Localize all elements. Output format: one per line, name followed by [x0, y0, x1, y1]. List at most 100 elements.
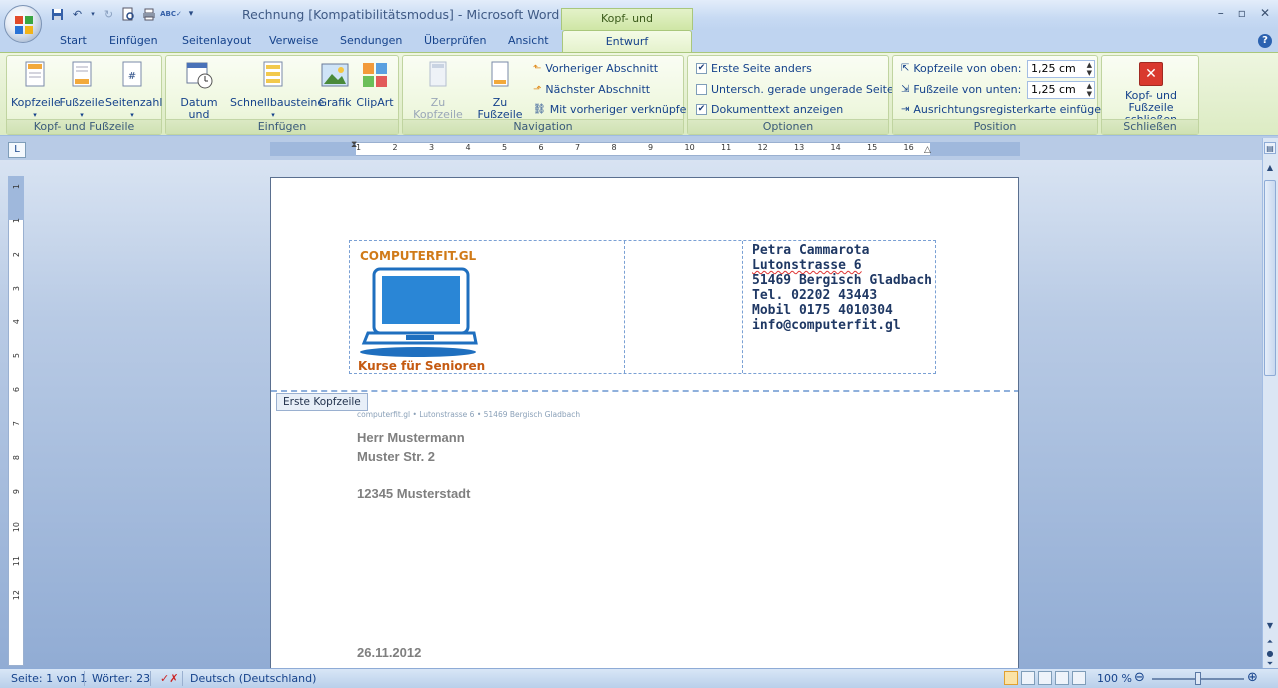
print-layout-icon[interactable]: [1004, 671, 1018, 685]
web-layout-icon[interactable]: [1038, 671, 1052, 685]
spinner-arrows-icon[interactable]: ▲ ▼: [1087, 61, 1092, 77]
schnellbausteine-button[interactable]: Schnellbausteine ▾: [230, 60, 325, 121]
checkbox[interactable]: ✔: [696, 104, 707, 115]
vertical-ruler-tick-label: 5: [12, 353, 21, 359]
right-indent-marker-icon[interactable]: △: [924, 145, 931, 155]
recipient-city: 12345 Musterstadt: [357, 486, 471, 501]
office-button[interactable]: [4, 5, 42, 43]
zoom-slider-thumb[interactable]: [1195, 672, 1201, 685]
grafik-label: Grafik: [318, 96, 352, 109]
option-dokumenttext-anzeigen[interactable]: ✔ Dokumenttext anzeigen: [696, 103, 843, 116]
chevron-down-icon[interactable]: ▾: [90, 6, 96, 22]
header-cell-empty[interactable]: [625, 241, 743, 373]
tab-start[interactable]: Start: [60, 34, 87, 47]
vertical-ruler-tick-label: 4: [12, 319, 21, 325]
help-icon[interactable]: ?: [1258, 34, 1272, 48]
schnellbausteine-label: Schnellbausteine: [230, 96, 325, 109]
clipart-button[interactable]: ClipArt: [354, 60, 396, 109]
fusszeile-button[interactable]: Fußzeile ▾: [59, 60, 105, 121]
document-page[interactable]: COMPUTERFIT.GL Kurse für Senioren Petra …: [270, 177, 1019, 677]
redo-icon[interactable]: ↻: [101, 6, 116, 22]
grafik-button[interactable]: Grafik: [316, 60, 354, 109]
full-screen-reading-icon[interactable]: [1021, 671, 1035, 685]
tab-selector[interactable]: L: [8, 142, 26, 158]
status-words[interactable]: Wörter: 23: [92, 672, 150, 685]
tab-seitenlayout[interactable]: Seitenlayout: [182, 34, 251, 47]
group-schliessen: ✕ Kopf- und Fußzeile schließen Schließen: [1101, 55, 1199, 135]
picture-icon: [321, 63, 349, 87]
ruler-tick-label: 2: [392, 143, 398, 152]
status-language[interactable]: Deutsch (Deutschland): [190, 672, 316, 685]
clipart-label: ClipArt: [356, 96, 394, 109]
previous-page-icon[interactable]: ⏶: [1264, 636, 1276, 648]
tab-verweise[interactable]: Verweise: [269, 34, 318, 47]
letter-date: 26.11.2012: [357, 645, 422, 660]
tab-entwurf[interactable]: Entwurf: [562, 30, 692, 54]
naechster-abschnitt-button[interactable]: ⬏ Nächster Abschnitt: [533, 83, 650, 96]
vertical-ruler-tick-label: 1: [12, 184, 21, 190]
vertical-ruler-tick-label: 7: [12, 420, 21, 427]
scroll-thumb[interactable]: [1264, 180, 1276, 376]
context-tab-title: Kopf- und Fußzeilentools: [561, 8, 693, 45]
header-table[interactable]: COMPUTERFIT.GL Kurse für Senioren Petra …: [349, 240, 936, 374]
maximize-icon[interactable]: ▫: [1238, 6, 1246, 20]
minimize-icon[interactable]: –: [1218, 6, 1224, 20]
recipient-name: Herr Mustermann: [357, 430, 465, 445]
option-erste-seite-anders[interactable]: ✔ Erste Seite anders: [696, 62, 812, 75]
ausrichtungsregister-button[interactable]: ⇥ Ausrichtungsregisterkarte einfügen: [901, 103, 1108, 116]
ruler-tick-label: 6: [538, 143, 544, 152]
close-icon[interactable]: ✕: [1260, 6, 1270, 20]
company-name: COMPUTERFIT.GL: [360, 249, 477, 263]
previous-section-icon: ⬑: [533, 63, 542, 74]
verknuepfen-button[interactable]: ⛓ Mit vorheriger verknüpfen: [533, 103, 693, 116]
proofing-icon[interactable]: ✓✗: [160, 672, 178, 685]
indent-marker-icon[interactable]: ⧗: [351, 140, 357, 150]
ruler-tick-label: 7: [575, 143, 581, 152]
tab-sendungen[interactable]: Sendungen: [340, 34, 402, 47]
scroll-down-icon[interactable]: ▼: [1264, 620, 1276, 632]
kopfzeile-button[interactable]: Kopfzeile ▾: [11, 60, 61, 121]
status-bar: Seite: 1 von 1 Wörter: 23 ✓✗ Deutsch (De…: [0, 668, 1278, 688]
zoom-level[interactable]: 100 %: [1097, 672, 1132, 685]
kopf-fusszeile-schliessen-button[interactable]: ✕ Kopf- und Fußzeile schließen: [1104, 62, 1198, 126]
horizontal-ruler[interactable]: 21123456789101112131415161718: [270, 142, 1020, 156]
quick-parts-icon: [263, 61, 283, 87]
spinner-arrows-icon[interactable]: ▲ ▼: [1087, 82, 1092, 98]
ruler-tick-label: 4: [465, 143, 471, 152]
outline-icon[interactable]: [1055, 671, 1069, 685]
ruler-tick-label: 11: [721, 143, 732, 152]
tab-einfuegen[interactable]: Einfügen: [109, 34, 158, 47]
seitenzahl-label: Seitenzahl: [105, 96, 163, 109]
tab-ueberpruefen[interactable]: Überprüfen: [424, 34, 486, 47]
zoom-out-icon[interactable]: ⊖: [1134, 670, 1145, 685]
ruler-tick-label: 3: [429, 143, 435, 152]
option-gerade-ungerade[interactable]: Untersch. gerade ungerade Seiten: [696, 83, 901, 96]
print-preview-icon[interactable]: [121, 6, 136, 22]
save-icon[interactable]: [50, 6, 65, 22]
print-icon[interactable]: [141, 6, 156, 22]
kopfzeile-label: Kopfzeile: [11, 96, 61, 109]
group-navigation: Zu Kopfzeile wechseln Zu Fußzeile wechse…: [402, 55, 693, 135]
tab-ansicht[interactable]: Ansicht: [508, 34, 549, 47]
status-divider: [84, 671, 85, 686]
vorheriger-abschnitt-button[interactable]: ⬑ Vorheriger Abschnitt: [533, 62, 658, 75]
checkbox[interactable]: [696, 84, 707, 95]
header-cell-logo[interactable]: COMPUTERFIT.GL Kurse für Senioren: [350, 241, 625, 373]
scroll-up-icon[interactable]: ▲: [1264, 162, 1276, 174]
fusszeile-abstand-input[interactable]: 1,25 cm ▲ ▼: [1027, 81, 1095, 99]
draft-icon[interactable]: [1072, 671, 1086, 685]
kopfzeile-abstand-input[interactable]: 1,25 cm ▲ ▼: [1027, 60, 1095, 78]
vertical-ruler-marks: 1 1 2 3 4 5 6 7 8 9 10 11 12: [8, 176, 24, 666]
status-page[interactable]: Seite: 1 von 1: [11, 672, 87, 685]
ruler-tick-label: 5: [502, 143, 508, 152]
undo-icon[interactable]: ↶: [70, 6, 85, 22]
zoom-in-icon[interactable]: ⊕: [1247, 670, 1258, 685]
verknuepfen-label: Mit vorheriger verknüpfen: [549, 103, 694, 116]
ruler-toggle-icon[interactable]: ▤: [1264, 142, 1276, 154]
address-email: info@computerfit.gl: [752, 318, 901, 333]
spelling-icon[interactable]: ABC✓: [160, 6, 182, 22]
customize-qat-button[interactable]: ▾: [186, 6, 196, 22]
clipart-icon: [363, 63, 387, 87]
checkbox[interactable]: ✔: [696, 63, 707, 74]
seitenzahl-button[interactable]: # Seitenzahl ▾: [105, 60, 163, 121]
